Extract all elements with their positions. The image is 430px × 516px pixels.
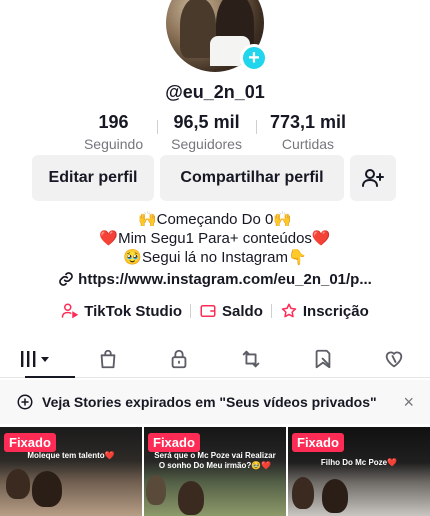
- grid-bars-icon: [20, 350, 49, 367]
- video-grid: Fixado Moleque tem talento❤️ Fixado Será…: [0, 427, 430, 516]
- close-icon[interactable]: ×: [403, 392, 414, 413]
- video-thumbnail[interactable]: Fixado Filho Do Mc Poze❤️: [288, 427, 430, 516]
- balance-label: Saldo: [222, 302, 263, 320]
- tab-private[interactable]: [143, 340, 215, 377]
- thumbnail-person: [32, 471, 62, 507]
- shopping-bag-icon: [100, 349, 115, 368]
- video-caption-line: O sonho Do Meu irmão?🥹❤️: [158, 461, 272, 470]
- pinned-badge: Fixado: [292, 433, 344, 452]
- video-caption: Moleque tem talento❤️: [27, 451, 115, 460]
- thumbnail-person: [322, 479, 348, 513]
- pinned-badge: Fixado: [148, 433, 200, 452]
- video-thumbnail[interactable]: Fixado Moleque tem talento❤️: [0, 427, 142, 516]
- repost-icon: [242, 350, 260, 367]
- username: @eu_2n_01: [165, 82, 265, 102]
- bio-line: ❤️Mim Segu1 Para+ conteúdos❤️: [99, 230, 331, 247]
- thumbnail-person: [292, 477, 314, 509]
- add-friend-button[interactable]: [350, 155, 396, 201]
- stat-value: 196: [98, 112, 129, 132]
- stories-banner-text: Veja Stories expirados em "Seus vídeos p…: [42, 394, 377, 410]
- bio: 🙌Começando Do 0🙌 ❤️Mim Segu1 Para+ conte…: [0, 210, 430, 267]
- content-tabs: [0, 340, 430, 378]
- video-caption: Filho Do Mc Poze❤️: [320, 458, 398, 467]
- stat-following[interactable]: 196 Seguindo: [70, 112, 157, 152]
- tab-favorites[interactable]: [287, 340, 359, 377]
- tab-liked[interactable]: [358, 340, 430, 377]
- avatar-container: +: [166, 0, 268, 72]
- tiktok-studio-button[interactable]: TikTok Studio: [53, 302, 190, 320]
- wallet-icon: [200, 305, 216, 317]
- add-user-icon: [362, 169, 384, 187]
- thumbnail-person: [6, 469, 30, 499]
- stat-label: Seguindo: [83, 136, 144, 152]
- lock-icon: [171, 349, 187, 368]
- thumbnail-person: [146, 475, 166, 505]
- stories-banner[interactable]: Veja Stories expirados em "Seus vídeos p…: [0, 380, 430, 424]
- share-profile-button[interactable]: Compartilhar perfil: [160, 155, 344, 201]
- stat-likes[interactable]: 773,1 mil Curtidas: [255, 112, 360, 152]
- link-icon: [59, 272, 73, 286]
- studio-icon: [62, 303, 79, 319]
- bio-link[interactable]: https://www.instagram.com/eu_2n_01/p...: [0, 271, 430, 288]
- bio-line: 🥹Segui lá no Instagram👇: [123, 249, 307, 266]
- edit-profile-button[interactable]: Editar perfil: [32, 155, 154, 201]
- stat-value: 96,5 mil: [173, 112, 240, 132]
- tab-shop[interactable]: [72, 340, 144, 377]
- balance-button[interactable]: Saldo: [191, 302, 271, 320]
- add-story-plus-icon[interactable]: +: [240, 44, 268, 72]
- bio-line: 🙌Começando Do 0🙌: [137, 211, 293, 228]
- tab-reposts[interactable]: [215, 340, 287, 377]
- stat-label: Curtidas: [281, 136, 335, 152]
- liked-heart-icon: [385, 351, 403, 367]
- subscription-button[interactable]: Inscrição: [272, 302, 377, 320]
- tab-videos[interactable]: [0, 340, 75, 378]
- tiktok-studio-label: TikTok Studio: [84, 302, 183, 320]
- bookmark-icon: [315, 349, 330, 368]
- subscription-label: Inscrição: [302, 302, 369, 320]
- bio-link-text: https://www.instagram.com/eu_2n_01/p...: [78, 271, 372, 288]
- video-thumbnail[interactable]: Fixado Será que o Mc Poze vai Realizar O…: [144, 427, 286, 516]
- stat-followers[interactable]: 96,5 mil Seguidores: [157, 112, 256, 152]
- profile-stats: 196 Seguindo 96,5 mil Seguidores 773,1 m…: [0, 112, 430, 152]
- subscription-icon: [281, 303, 297, 318]
- profile-actions: Editar perfil Compartilhar perfil: [32, 155, 396, 201]
- thumbnail-person: [178, 481, 204, 515]
- creator-tools: TikTok Studio Saldo Inscrição: [0, 302, 430, 320]
- stat-label: Seguidores: [171, 136, 242, 152]
- stat-value: 773,1 mil: [269, 112, 347, 132]
- pinned-badge: Fixado: [4, 433, 56, 452]
- video-caption-line: Será que o Mc Poze vai Realizar: [154, 451, 276, 460]
- add-story-icon: [17, 394, 33, 410]
